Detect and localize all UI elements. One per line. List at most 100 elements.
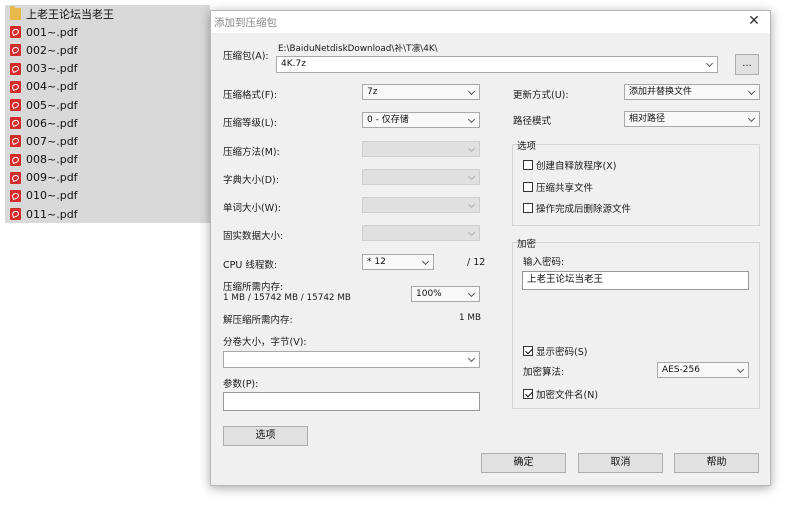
- shared-files-checkbox[interactable]: 压缩共享文件: [523, 180, 593, 194]
- delete-after-checkbox[interactable]: 操作完成后删除源文件: [523, 201, 631, 215]
- memory-compress-label: 压缩所需内存:: [223, 282, 284, 293]
- solid-size-select: [362, 225, 480, 241]
- word-size-select: [362, 197, 480, 213]
- pdf-icon: [10, 99, 21, 112]
- file-row[interactable]: 006~.pdf: [5, 114, 210, 133]
- file-name: 002~.pdf: [26, 43, 78, 57]
- chevron-down-icon: [467, 115, 476, 124]
- dict-size-select: [362, 169, 480, 185]
- file-row[interactable]: 011~.pdf: [5, 205, 210, 224]
- shared-files-label: 压缩共享文件: [536, 183, 594, 194]
- memory-usage-value: 100%: [416, 289, 442, 299]
- method-select: [362, 141, 480, 157]
- path-mode-select[interactable]: 相对路径: [624, 111, 760, 127]
- file-name: 005~.pdf: [26, 98, 78, 112]
- ok-button[interactable]: 确定: [481, 453, 566, 473]
- chevron-down-icon: [747, 87, 756, 96]
- show-password-checkbox[interactable]: 显示密码(S): [523, 344, 587, 358]
- folder-row[interactable]: 上老王论坛当老王: [5, 5, 210, 24]
- file-row[interactable]: 010~.pdf: [5, 186, 210, 206]
- chevron-down-icon: [736, 365, 745, 374]
- chevron-down-icon: [467, 87, 476, 96]
- memory-compress-detail: 1 MB / 15742 MB / 15742 MB: [223, 293, 351, 303]
- format-select[interactable]: 7z: [362, 84, 480, 100]
- encryption-method-label: 加密算法:: [523, 367, 565, 378]
- password-input[interactable]: 上老王论坛当老王: [522, 271, 749, 290]
- threads-value: * 12: [367, 257, 386, 267]
- file-row[interactable]: 005~.pdf: [5, 95, 210, 115]
- help-button[interactable]: 帮助: [674, 453, 759, 473]
- chevron-down-icon: [747, 114, 756, 123]
- split-select[interactable]: [223, 351, 480, 368]
- solid-size-label: 固实数据大小:: [223, 231, 284, 242]
- cancel-button[interactable]: 取消: [578, 453, 663, 473]
- level-label: 压缩等级(L):: [223, 118, 277, 129]
- checkbox-box[interactable]: [523, 203, 533, 213]
- threads-select[interactable]: * 12: [362, 254, 434, 270]
- update-mode-select[interactable]: 添加并替换文件: [624, 84, 760, 100]
- folder-icon: [10, 6, 21, 21]
- add-to-archive-dialog: 添加到压缩包 ✕ 压缩包(A): E:\BaiduNetdiskDownload…: [210, 10, 771, 486]
- file-row[interactable]: 001~.pdf: [5, 23, 210, 42]
- checkbox-box[interactable]: [523, 389, 533, 399]
- chevron-down-icon: [467, 172, 476, 181]
- update-mode-label: 更新方式(U):: [513, 90, 569, 101]
- checkbox-box[interactable]: [523, 346, 533, 356]
- encrypt-names-checkbox[interactable]: 加密文件名(N): [523, 387, 598, 401]
- path-mode-label: 路径模式: [513, 116, 552, 127]
- file-name: 008~.pdf: [26, 153, 78, 167]
- file-row[interactable]: 008~.pdf: [5, 150, 210, 169]
- dict-size-label: 字典大小(D):: [223, 175, 279, 186]
- file-name: 003~.pdf: [26, 62, 78, 76]
- options-group-title: 选项: [517, 141, 537, 152]
- file-name: 009~.pdf: [26, 171, 78, 185]
- encryption-group-title: 加密: [517, 239, 537, 250]
- pdf-icon: [10, 171, 21, 184]
- memory-usage-select[interactable]: 100%: [411, 286, 480, 302]
- memory-decompress-value: 1 MB: [459, 313, 482, 323]
- file-name: 011~.pdf: [26, 207, 78, 221]
- level-select[interactable]: 0 - 仅存储: [362, 112, 480, 128]
- file-name: 007~.pdf: [26, 134, 78, 148]
- chevron-down-icon: [467, 200, 476, 209]
- pdf-icon: [10, 208, 21, 221]
- chevron-down-icon: [467, 144, 476, 153]
- update-mode-value: 添加并替换文件: [629, 87, 693, 97]
- pdf-icon: [10, 189, 21, 202]
- word-size-label: 单词大小(W):: [223, 203, 282, 214]
- encryption-method-select[interactable]: AES-256: [657, 362, 749, 378]
- threads-max: / 12: [467, 257, 486, 268]
- file-name: 010~.pdf: [26, 189, 78, 203]
- chevron-down-icon: [467, 228, 476, 237]
- params-input[interactable]: [223, 392, 480, 411]
- path-mode-value: 相对路径: [629, 114, 666, 124]
- file-row[interactable]: 009~.pdf: [5, 168, 210, 187]
- sfx-checkbox[interactable]: 创建自释放程序(X): [523, 158, 616, 172]
- file-name: 006~.pdf: [26, 116, 78, 130]
- pdf-icon: [10, 26, 21, 39]
- file-row[interactable]: 007~.pdf: [5, 132, 210, 151]
- threads-label: CPU 线程数:: [223, 260, 278, 271]
- dialog-title: 添加到压缩包: [214, 17, 277, 29]
- dialog-titlebar[interactable]: 添加到压缩包 ✕: [211, 11, 770, 33]
- file-row[interactable]: 002~.pdf: [5, 41, 210, 60]
- show-password-label: 显示密码(S): [536, 347, 588, 358]
- chevron-down-icon: [705, 59, 714, 68]
- archive-name-combo[interactable]: 4K.7z: [276, 56, 718, 73]
- checkbox-box[interactable]: [523, 160, 533, 170]
- split-label: 分卷大小，字节(V):: [223, 337, 307, 348]
- format-value: 7z: [367, 87, 378, 97]
- browse-button[interactable]: ...: [735, 54, 759, 75]
- file-row[interactable]: 003~.pdf: [5, 59, 210, 78]
- format-label: 压缩格式(F):: [223, 90, 278, 101]
- file-row[interactable]: 004~.pdf: [5, 77, 210, 96]
- checkbox-box[interactable]: [523, 182, 533, 192]
- file-list: 上老王论坛当老王 001~.pdf 002~.pdf 003~.pdf 004~…: [5, 5, 210, 224]
- chevron-down-icon: [421, 257, 430, 266]
- close-icon[interactable]: ✕: [746, 13, 762, 29]
- file-name: 001~.pdf: [26, 25, 78, 39]
- chevron-down-icon: [467, 354, 476, 363]
- options-button[interactable]: 选项: [223, 426, 308, 446]
- password-label: 输入密码:: [523, 257, 565, 268]
- method-label: 压缩方法(M):: [223, 147, 280, 158]
